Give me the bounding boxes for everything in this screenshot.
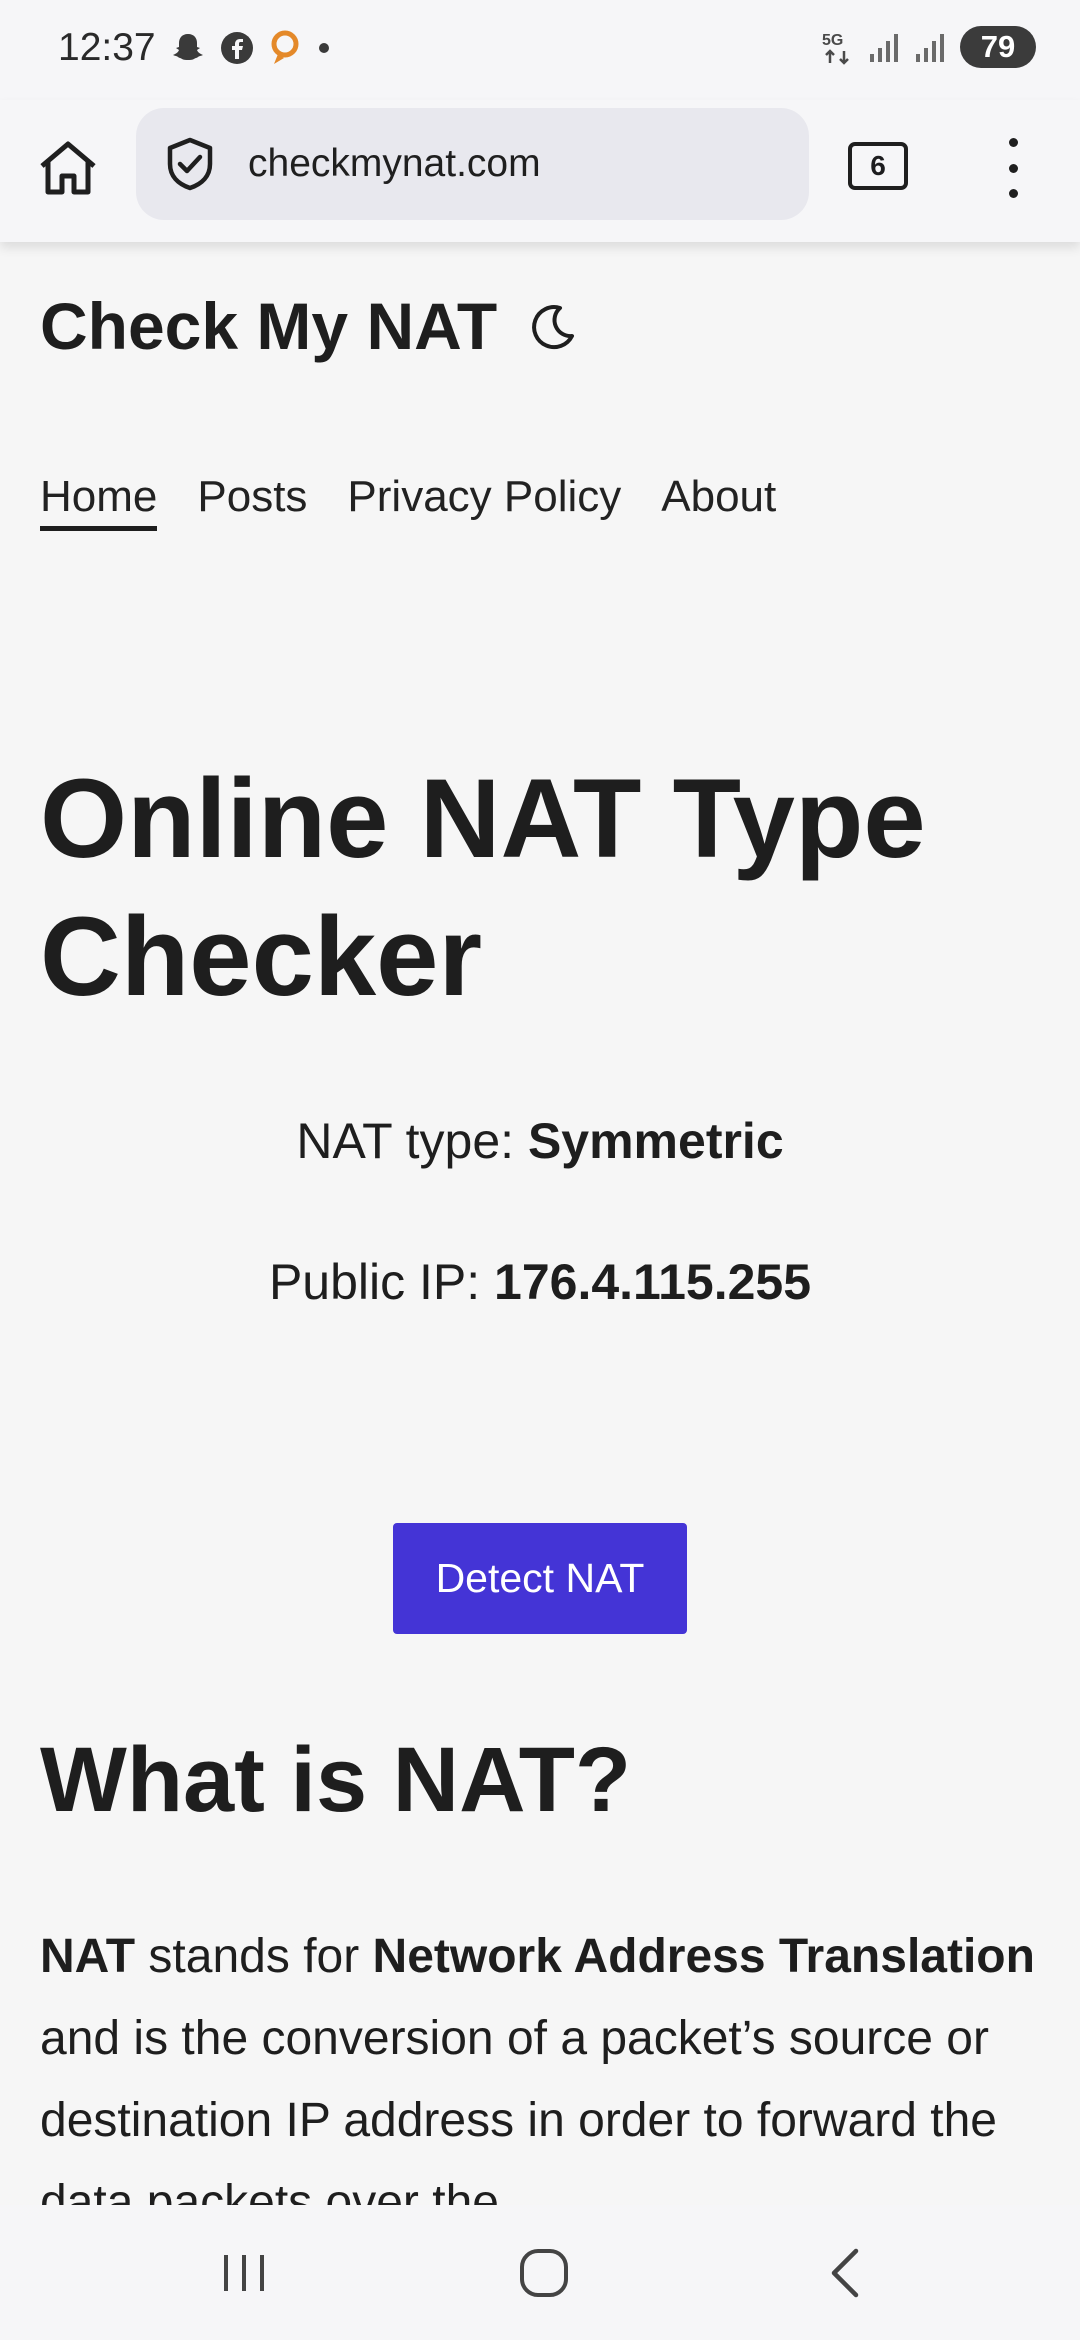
snapchat-icon bbox=[173, 34, 203, 60]
home-nav-icon[interactable] bbox=[514, 2245, 574, 2301]
public-ip-line: Public IP: 176.4.115.255 bbox=[0, 1253, 1080, 1311]
address-bar[interactable]: checkmynat.com bbox=[136, 108, 809, 220]
nav-posts[interactable]: Posts bbox=[197, 472, 307, 531]
site-title[interactable]: Check My NAT bbox=[40, 288, 497, 364]
battery-indicator: 79 bbox=[960, 26, 1036, 68]
app-icon bbox=[271, 30, 299, 64]
public-ip-label: Public IP: bbox=[268, 1254, 495, 1310]
nat-type-value: Symmetric bbox=[527, 1113, 784, 1169]
recent-apps-icon[interactable] bbox=[214, 2245, 274, 2301]
status-right: 5G 79 bbox=[820, 26, 1036, 68]
nav-about[interactable]: About bbox=[661, 472, 776, 531]
para-text-2: and is the conversion of a packet’s sour… bbox=[40, 2012, 997, 2229]
signal-icon bbox=[916, 34, 944, 62]
home-button[interactable] bbox=[30, 130, 106, 206]
nav-privacy-policy[interactable]: Privacy Policy bbox=[347, 472, 621, 531]
shield-check-icon[interactable] bbox=[162, 136, 218, 192]
nav-home[interactable]: Home bbox=[40, 472, 158, 531]
public-ip-value: 176.4.115.255 bbox=[494, 1254, 812, 1310]
system-nav-bar bbox=[0, 2205, 1080, 2340]
facebook-icon bbox=[221, 32, 253, 64]
home-icon bbox=[40, 141, 96, 195]
browser-toolbar: checkmynat.com 6 bbox=[0, 100, 1080, 242]
tab-switcher-button[interactable]: 6 bbox=[848, 142, 908, 190]
status-bar: 12:37 5G 79 bbox=[0, 0, 1080, 100]
more-menu-icon[interactable] bbox=[990, 138, 1036, 198]
signal-icon bbox=[870, 34, 898, 62]
notification-icons bbox=[170, 30, 332, 66]
status-time: 12:37 bbox=[58, 26, 156, 69]
para-bold-term: Network Address Translation bbox=[372, 1930, 1035, 1983]
dark-mode-toggle-icon[interactable] bbox=[526, 300, 578, 352]
svg-text:5G: 5G bbox=[822, 32, 843, 49]
para-bold-nat: NAT bbox=[40, 1930, 136, 1983]
para-text-1: stands for bbox=[135, 1930, 373, 1983]
nat-type-line: NAT type: Symmetric bbox=[0, 1112, 1080, 1170]
section-heading: What is NAT? bbox=[40, 1729, 632, 1831]
5g-icon: 5G bbox=[822, 32, 849, 65]
detect-nat-button[interactable]: Detect NAT bbox=[393, 1523, 687, 1634]
site-nav: Home Posts Privacy Policy About bbox=[40, 472, 776, 531]
nat-description: NAT stands for Network Address Translati… bbox=[40, 1916, 1050, 2244]
page-heading: Online NAT Type Checker bbox=[40, 756, 926, 1019]
url-text: checkmynat.com bbox=[248, 142, 541, 185]
back-icon[interactable] bbox=[818, 2245, 878, 2301]
dot-icon bbox=[319, 43, 329, 53]
nat-type-label: NAT type: bbox=[296, 1113, 528, 1169]
